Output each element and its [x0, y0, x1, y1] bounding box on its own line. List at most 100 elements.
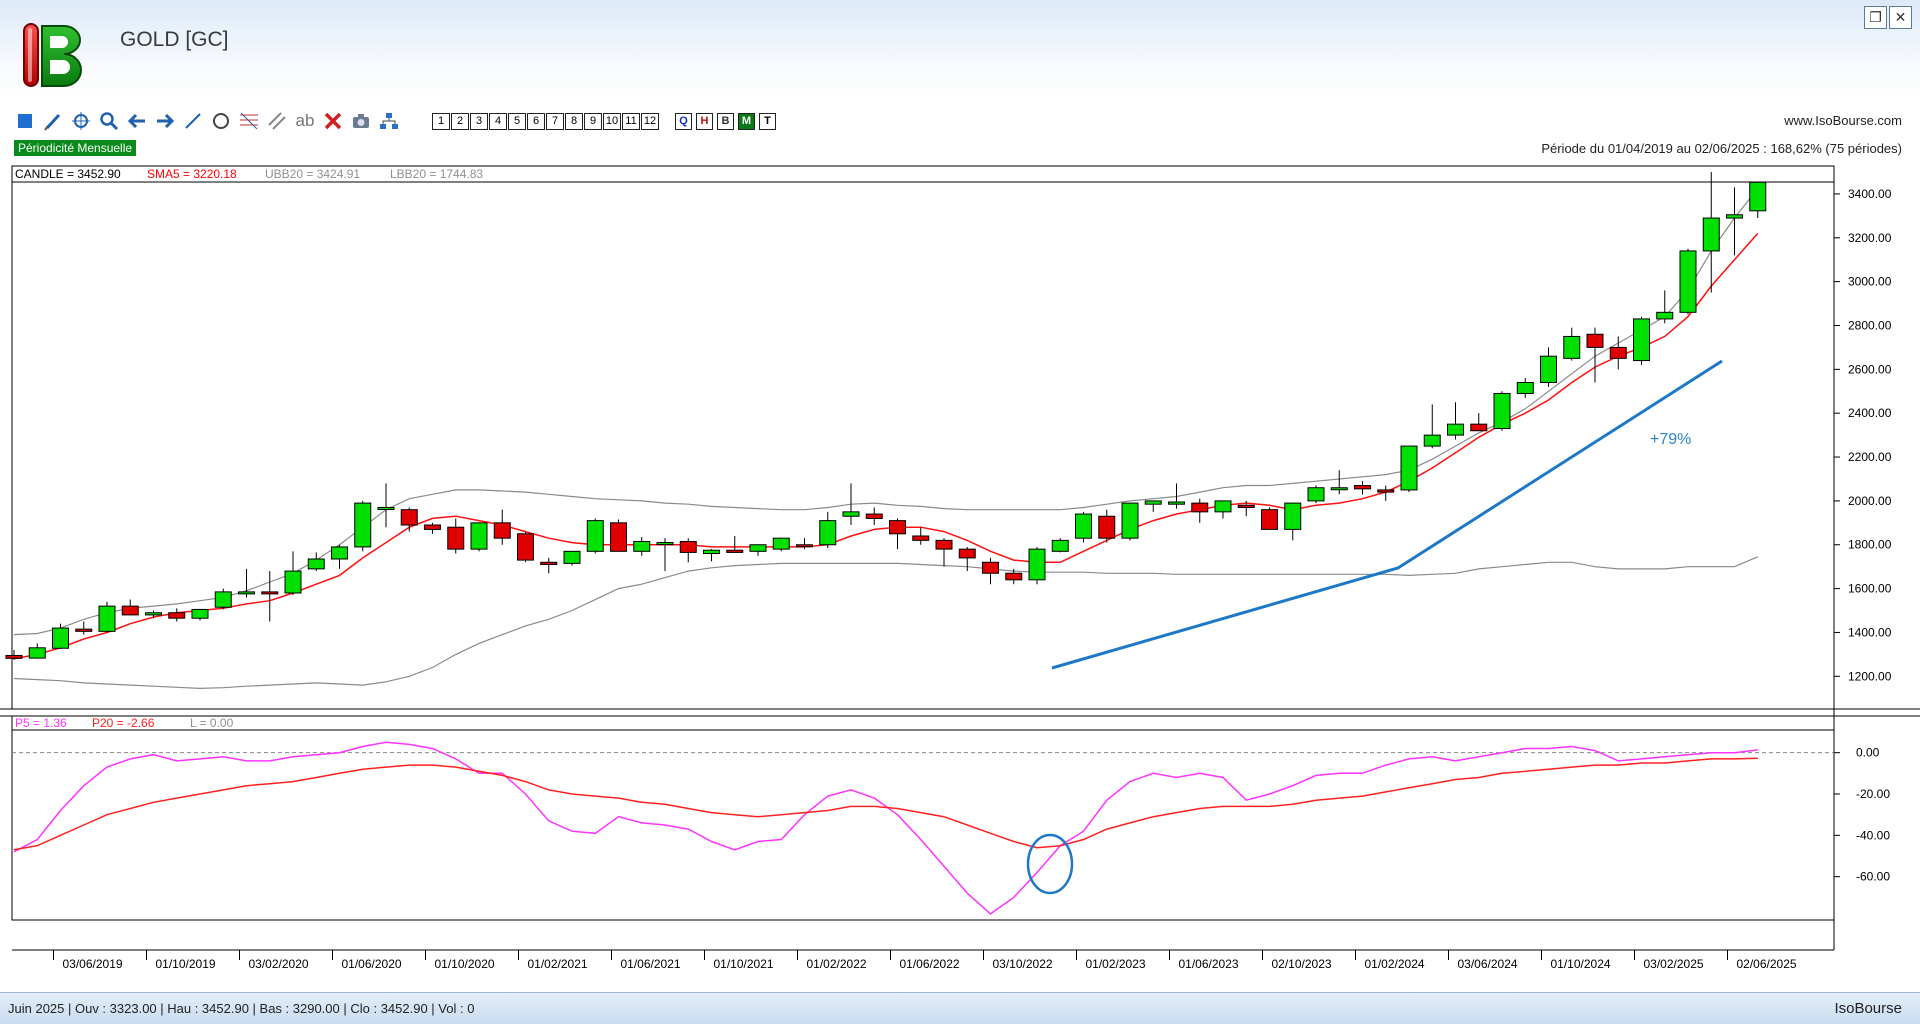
- channel-icon[interactable]: [266, 110, 288, 132]
- period-button-q[interactable]: Q: [675, 112, 692, 130]
- candle-body: [5, 654, 23, 659]
- text-icon[interactable]: ab: [294, 110, 316, 132]
- delete-icon[interactable]: [322, 110, 344, 132]
- number-button-2[interactable]: 2: [451, 112, 469, 130]
- period-info: Période du 01/04/2019 au 02/06/2025 : 16…: [1541, 141, 1902, 156]
- candle-body: [540, 561, 558, 565]
- fibonacci-icon[interactable]: [238, 110, 260, 132]
- legend-lbb20: LBB20 = 1744.83: [390, 167, 483, 181]
- number-button-4[interactable]: 4: [489, 112, 507, 130]
- oscillator-lines: [13, 741, 1758, 915]
- time-tick-label: 02/10/2023: [1272, 957, 1332, 971]
- number-button-7[interactable]: 7: [546, 112, 564, 130]
- number-button-5[interactable]: 5: [508, 112, 526, 130]
- legend-p20: P20 = -2.66: [92, 716, 155, 730]
- arrow-right-icon[interactable]: [154, 110, 176, 132]
- time-tick-label: 03/02/2020: [249, 957, 309, 971]
- time-tick-label: 01/02/2022: [807, 957, 867, 971]
- close-window-button[interactable]: ✕: [1889, 6, 1912, 29]
- candle-body: [1400, 445, 1418, 491]
- price-tick-label: 3000.00: [1848, 275, 1892, 289]
- candle-body: [1702, 217, 1720, 252]
- status-bar: Juin 2025 | Ouv : 3323.00 | Hau : 3452.9…: [0, 992, 1920, 1024]
- time-tick-label: 01/10/2021: [714, 957, 774, 971]
- candle-body: [749, 544, 767, 552]
- candle-body: [889, 520, 906, 535]
- candle-body: [331, 546, 348, 560]
- toolbar: ab 1 2 3 4 5 6 7 8 9 10 11 12 QHBMT: [14, 110, 776, 132]
- candle-body: [517, 533, 534, 561]
- candle-body: [1749, 181, 1767, 212]
- candle-body: [586, 520, 604, 552]
- candle-body: [1237, 504, 1255, 508]
- candle-body: [75, 628, 93, 632]
- chart-area[interactable]: CANDLE = 3452.90 SMA5 = 3220.18 UBB20 = …: [0, 162, 1920, 995]
- number-button-11[interactable]: 11: [622, 112, 640, 130]
- candle-body: [935, 539, 953, 550]
- candle-body: [610, 522, 627, 552]
- square-icon[interactable]: [14, 110, 36, 132]
- line-icon[interactable]: [182, 110, 204, 132]
- time-tick-label: 01/06/2022: [900, 957, 960, 971]
- tree-icon[interactable]: [378, 110, 400, 132]
- number-button-9[interactable]: 9: [584, 112, 602, 130]
- restore-window-button[interactable]: ❐: [1864, 6, 1887, 29]
- website-link[interactable]: www.IsoBourse.com: [1784, 113, 1902, 128]
- candle-body: [958, 548, 976, 559]
- candle-body: [447, 526, 465, 550]
- candle-body: [493, 522, 511, 539]
- number-button-3[interactable]: 3: [470, 112, 488, 130]
- candle-body: [214, 591, 232, 608]
- period-button-h[interactable]: H: [696, 112, 713, 130]
- candle-body: [1563, 335, 1581, 359]
- arrow-left-icon[interactable]: [126, 110, 148, 132]
- candle-body: [796, 544, 813, 548]
- number-button-10[interactable]: 10: [603, 112, 621, 130]
- price-chart[interactable]: CANDLE = 3452.90 SMA5 = 3220.18 UBB20 = …: [0, 162, 1920, 990]
- candle-body: [145, 612, 162, 616]
- circle-icon[interactable]: [210, 110, 232, 132]
- p20-line: [13, 757, 1758, 851]
- annotation-label: +79%: [1650, 431, 1691, 448]
- candle-body: [1330, 487, 1348, 491]
- pencil-icon[interactable]: [42, 110, 64, 132]
- candle-body: [819, 520, 837, 546]
- osc-tick-label: -40.00: [1856, 828, 1890, 842]
- osc-tick-label: -60.00: [1856, 870, 1890, 884]
- camera-icon[interactable]: [350, 110, 372, 132]
- period-button-m[interactable]: M: [738, 112, 755, 130]
- candle-body: [1121, 502, 1139, 539]
- candle-body: [424, 524, 441, 530]
- candle-body: [1214, 500, 1232, 513]
- price-tick-label: 2200.00: [1848, 450, 1892, 464]
- legend-p5: P5 = 1.36: [15, 716, 67, 730]
- time-tick-label: 01/10/2019: [156, 957, 216, 971]
- number-button-8[interactable]: 8: [565, 112, 583, 130]
- candle-body: [1633, 318, 1650, 362]
- candle-body: [1493, 392, 1511, 430]
- candle-body: [307, 558, 325, 570]
- period-buttons: QHBMT: [671, 112, 776, 130]
- candle-body: [121, 605, 139, 616]
- osc-tick-label: -20.00: [1856, 787, 1890, 801]
- period-button-t[interactable]: T: [759, 112, 776, 130]
- zoom-icon[interactable]: [98, 110, 120, 132]
- time-tick-label: 01/06/2021: [621, 957, 681, 971]
- bollinger-bands: [13, 188, 1759, 690]
- candle-body: [52, 627, 69, 649]
- oscillator-panel-frame: [11, 715, 1835, 921]
- candle-body: [1470, 423, 1488, 432]
- candle-body: [238, 591, 255, 595]
- candle-body: [1028, 548, 1046, 581]
- candle-body: [982, 561, 999, 574]
- crosshair-icon[interactable]: [70, 110, 92, 132]
- candle-body: [1377, 489, 1395, 493]
- number-button-6[interactable]: 6: [527, 112, 545, 130]
- period-button-b[interactable]: B: [717, 112, 734, 130]
- number-button-12[interactable]: 12: [641, 112, 659, 130]
- time-tick-label: 03/06/2019: [63, 957, 123, 971]
- candle-body: [1516, 381, 1534, 394]
- lbb20-line: [13, 556, 1759, 690]
- periodicity-badge[interactable]: Périodicité Mensuelle: [14, 140, 137, 156]
- number-button-1[interactable]: 1: [432, 112, 450, 130]
